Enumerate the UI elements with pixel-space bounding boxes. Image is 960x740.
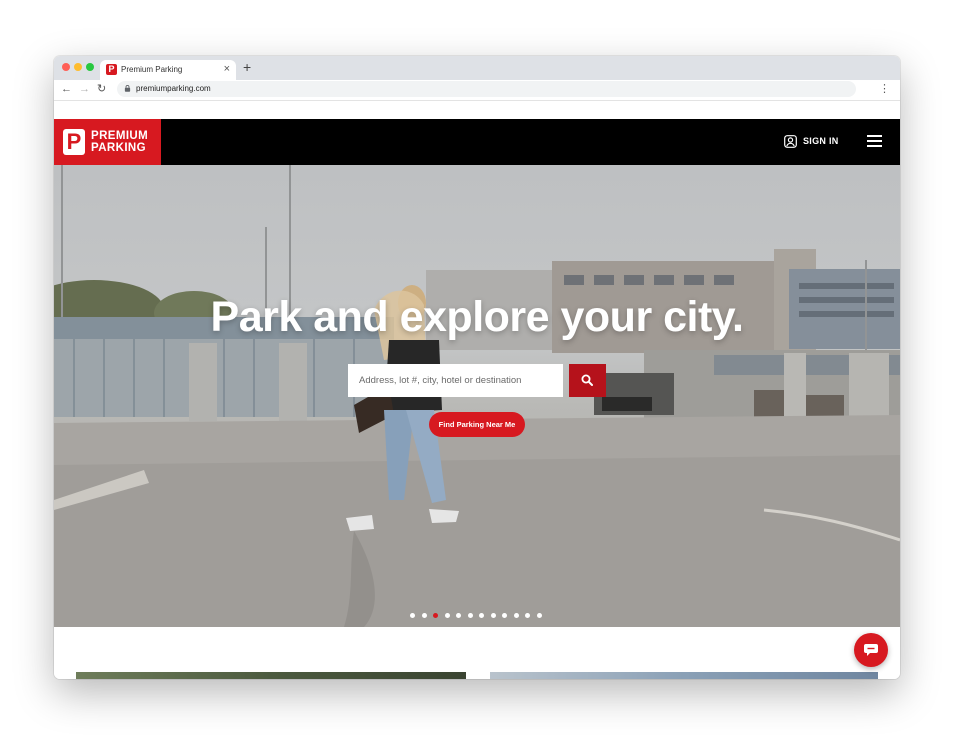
browser-window: P Premium Parking × + ← → ↻ premiumparki… <box>54 56 900 679</box>
carousel-dot[interactable] <box>536 613 542 618</box>
carousel-dot[interactable] <box>456 613 461 618</box>
browser-titlebar: P Premium Parking × + <box>54 56 900 80</box>
search-button[interactable] <box>569 364 606 397</box>
minimize-window-button[interactable] <box>74 63 82 71</box>
tab-title: Premium Parking <box>121 65 183 74</box>
find-parking-near-me-button[interactable]: Find Parking Near Me <box>429 412 525 437</box>
carousel-dot[interactable] <box>490 613 496 618</box>
carousel-dot[interactable] <box>433 613 438 618</box>
carousel-dot[interactable] <box>479 613 484 618</box>
lock-icon <box>124 85 131 92</box>
close-window-button[interactable] <box>62 63 70 71</box>
page-viewport: P PREMIUM PARKING SIGN IN Park and explo… <box>54 101 900 679</box>
address-bar[interactable]: premiumparking.com <box>117 81 856 97</box>
tab-close-icon[interactable]: × <box>224 63 230 75</box>
back-arrow-icon[interactable]: ← <box>61 82 72 96</box>
browser-toolbar: ← → ↻ premiumparking.com ⋮ <box>54 80 900 101</box>
new-tab-button[interactable]: + <box>243 59 251 75</box>
hamburger-menu-icon[interactable] <box>867 135 882 148</box>
sign-in-label: SIGN IN <box>803 136 839 146</box>
carousel-dot[interactable] <box>444 613 450 618</box>
user-icon <box>784 135 797 148</box>
logo-mark-icon: P <box>63 129 85 155</box>
content-card-right[interactable] <box>490 672 878 679</box>
carousel-dot[interactable] <box>467 613 473 618</box>
favicon-icon: P <box>106 64 117 75</box>
logo-text-line1: PREMIUM <box>91 130 149 142</box>
maximize-window-button[interactable] <box>86 63 94 71</box>
carousel-dot[interactable] <box>421 613 427 618</box>
browser-tab[interactable]: P Premium Parking × <box>100 60 236 80</box>
reload-icon[interactable]: ↻ <box>97 82 106 96</box>
logo-text-line2: PARKING <box>91 142 146 154</box>
carousel-dot[interactable] <box>502 613 507 618</box>
chat-icon <box>864 644 878 656</box>
forward-arrow-icon[interactable]: → <box>79 82 90 96</box>
chat-button[interactable] <box>854 633 888 667</box>
hero-banner: Park and explore your city. Find Parking… <box>54 165 900 627</box>
content-card-left[interactable] <box>76 672 466 679</box>
url-text: premiumparking.com <box>136 84 211 93</box>
parking-search-input[interactable] <box>348 364 563 397</box>
carousel-dot[interactable] <box>513 613 519 618</box>
carousel-dot[interactable] <box>410 613 415 618</box>
browser-menu-icon[interactable]: ⋮ <box>879 82 890 96</box>
search-icon <box>581 374 593 386</box>
premium-parking-logo[interactable]: P PREMIUM PARKING <box>54 119 161 165</box>
hero-headline: Park and explore your city. <box>210 293 744 341</box>
site-header: P PREMIUM PARKING SIGN IN <box>54 119 900 165</box>
carousel-dot[interactable] <box>525 613 530 618</box>
